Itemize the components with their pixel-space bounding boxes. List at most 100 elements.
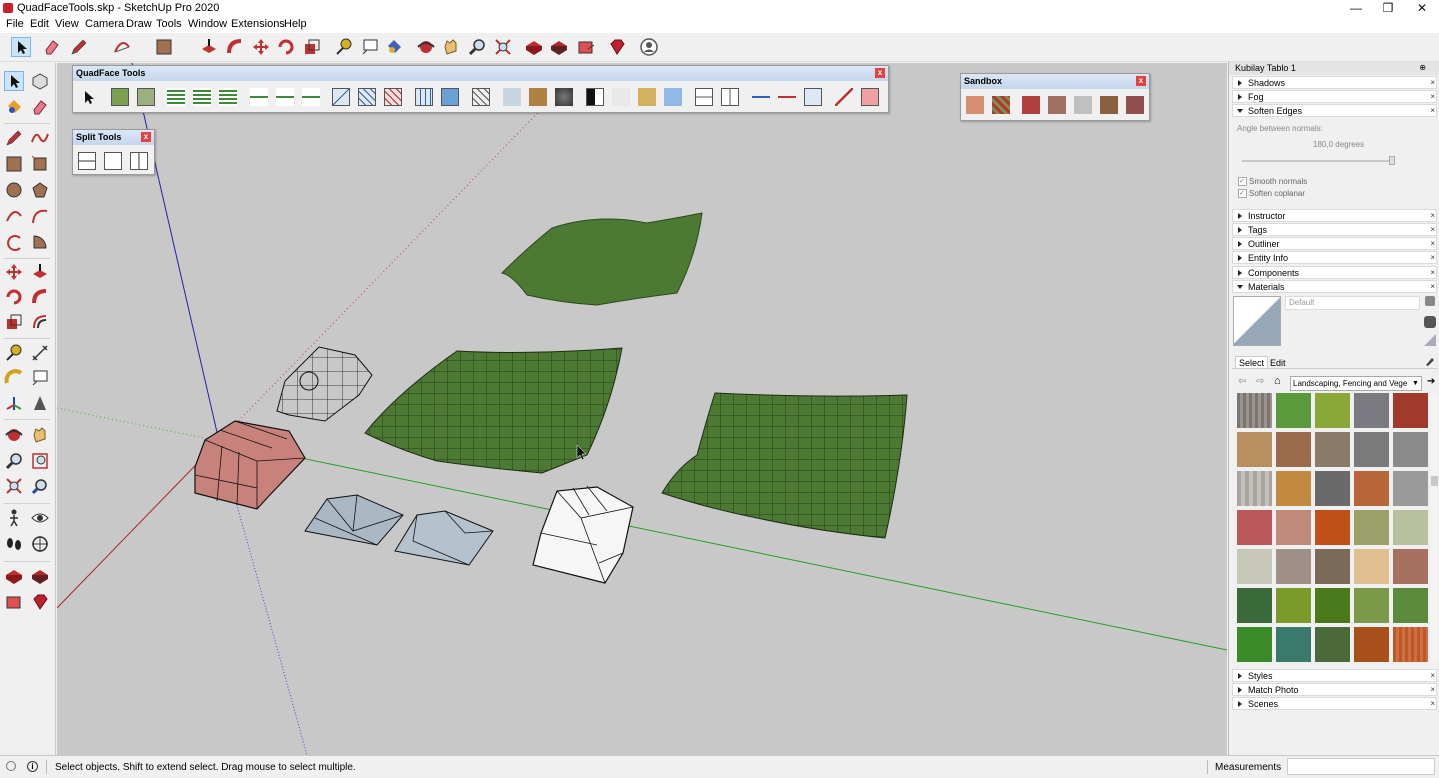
material-swatch[interactable] [1315, 510, 1350, 545]
panel-close-icon[interactable]: × [1430, 224, 1435, 236]
material-swatch[interactable] [1354, 471, 1389, 506]
tray-pin-icon[interactable]: ⊕ [1419, 63, 1426, 72]
sandbox-toolbar-title[interactable]: Sandbox x [961, 74, 1149, 89]
extension-warehouse-left[interactable] [30, 566, 50, 586]
soften-coplanar-checkbox[interactable]: ✓ [1238, 189, 1247, 198]
extension-manager-left[interactable] [30, 592, 50, 612]
eyedropper-icon[interactable] [1425, 354, 1435, 366]
offset-tool-left[interactable] [30, 312, 50, 332]
material-swatch[interactable] [1237, 510, 1272, 545]
3d-text-left[interactable] [30, 393, 50, 413]
panel-styles[interactable]: Styles × [1232, 669, 1437, 682]
material-swatch[interactable] [1237, 471, 1272, 506]
material-swatch[interactable] [1393, 471, 1428, 506]
qft-select-bounding-button[interactable] [441, 88, 459, 106]
polygon-tool-left[interactable] [30, 180, 50, 200]
sandbox-from-contours-button[interactable] [966, 96, 984, 114]
pie-tool-left[interactable] [30, 232, 50, 252]
sandbox-add-detail-button[interactable] [1100, 96, 1118, 114]
panel-fog[interactable]: Fog × [1232, 90, 1437, 103]
material-swatch[interactable] [1237, 627, 1272, 662]
sample-paint-icon[interactable] [1424, 334, 1436, 346]
angle-slider-thumb[interactable] [1389, 156, 1395, 165]
blue-grey-slab[interactable] [394, 510, 494, 566]
split-face-button[interactable] [104, 152, 122, 170]
material-swatch[interactable] [1393, 549, 1428, 584]
panel-close-icon[interactable]: × [1430, 77, 1435, 89]
warehouse-left[interactable] [4, 566, 24, 586]
panel-close-icon[interactable]: × [1430, 91, 1435, 103]
rotate-tool-left[interactable] [4, 287, 24, 307]
qft-offset-loop-button[interactable] [752, 88, 770, 106]
panel-close-icon[interactable]: × [1430, 684, 1435, 696]
material-swatch[interactable] [1354, 393, 1389, 428]
material-swatch[interactable] [1393, 588, 1428, 623]
text-tool-button[interactable] [360, 37, 380, 57]
menu-window[interactable]: Window [188, 18, 227, 30]
qft-region-button[interactable] [332, 88, 350, 106]
smooth-terrain-mesh[interactable] [500, 212, 703, 306]
qft-connect-button[interactable] [503, 88, 521, 106]
qft-flip-edge-button[interactable] [804, 88, 822, 106]
forward-arrow-icon[interactable]: ⇨ [1256, 376, 1264, 387]
axes-tool-left[interactable] [4, 393, 24, 413]
qft-wireframe-button[interactable] [861, 88, 879, 106]
panel-close-icon[interactable]: × [1430, 105, 1435, 117]
qft-checker-button[interactable] [586, 88, 604, 106]
material-swatch[interactable] [1276, 510, 1311, 545]
qft-build-corners-button[interactable] [721, 88, 739, 106]
tape-measure-left[interactable] [4, 343, 24, 363]
material-swatch[interactable] [1354, 627, 1389, 662]
material-swatch[interactable] [1276, 393, 1311, 428]
text-tool-left[interactable] [30, 368, 50, 388]
panel-tags[interactable]: Tags × [1232, 223, 1437, 236]
angle-slider-track[interactable] [1242, 160, 1394, 162]
two-point-arc-left[interactable] [30, 206, 50, 226]
panel-components[interactable]: Components × [1232, 266, 1437, 279]
quadface-close-icon[interactable]: x [875, 68, 885, 78]
material-swatch[interactable] [1354, 549, 1389, 584]
rectangle-tool-button[interactable] [154, 37, 174, 57]
zoom-extents-button[interactable] [493, 37, 513, 57]
sandbox-close-icon[interactable]: x [1136, 76, 1146, 86]
section-plane-left[interactable] [30, 534, 50, 554]
menu-tools[interactable]: Tools [156, 18, 182, 30]
model-scene[interactable] [57, 63, 1227, 755]
material-swatch[interactable] [1315, 471, 1350, 506]
details-arrow-icon[interactable]: ➔ [1427, 376, 1437, 388]
eraser-left[interactable] [30, 97, 50, 117]
paint-bucket-button[interactable] [384, 37, 404, 57]
sandbox-stamp-button[interactable] [1048, 96, 1066, 114]
material-swatch[interactable] [1354, 510, 1389, 545]
account-button[interactable] [639, 37, 659, 57]
material-swatch[interactable] [1315, 627, 1350, 662]
send-to-layout-left[interactable] [4, 592, 24, 612]
panel-match-photo[interactable]: Match Photo × [1232, 683, 1437, 696]
smooth-normals-checkbox[interactable]: ✓ [1238, 177, 1247, 186]
menu-view[interactable]: View [55, 18, 79, 30]
material-library-select[interactable]: Landscaping, Fencing and Vege [1290, 376, 1422, 391]
previous-view-left[interactable] [30, 476, 50, 496]
pink-quad-box[interactable] [194, 420, 306, 510]
home-icon[interactable]: ⌂ [1274, 375, 1281, 387]
geo-location-icon[interactable] [6, 761, 16, 771]
send-to-layout-button[interactable] [576, 37, 596, 57]
panel-close-icon[interactable]: × [1430, 698, 1435, 710]
qft-region-to-loop-button[interactable] [415, 88, 433, 106]
zoom-window-left[interactable] [30, 451, 50, 471]
arc-tool-left[interactable] [4, 206, 24, 226]
material-swatch[interactable] [1315, 549, 1350, 584]
pencil-tool-button[interactable] [69, 37, 89, 57]
qft-select-button[interactable] [79, 88, 97, 106]
panel-materials[interactable]: Materials × [1232, 280, 1437, 293]
move-tool-button[interactable] [251, 37, 271, 57]
menu-draw[interactable]: Draw [126, 18, 152, 30]
push-pull-button[interactable] [199, 37, 219, 57]
measurements-input[interactable] [1287, 758, 1435, 775]
material-swatch[interactable] [1393, 393, 1428, 428]
panel-outliner[interactable]: Outliner × [1232, 237, 1437, 250]
back-arrow-icon[interactable]: ⇦ [1238, 376, 1246, 387]
qft-grow-loop-button[interactable] [276, 88, 294, 106]
qft-triangulate-button[interactable] [472, 88, 490, 106]
qft-loop-button[interactable] [250, 88, 268, 106]
